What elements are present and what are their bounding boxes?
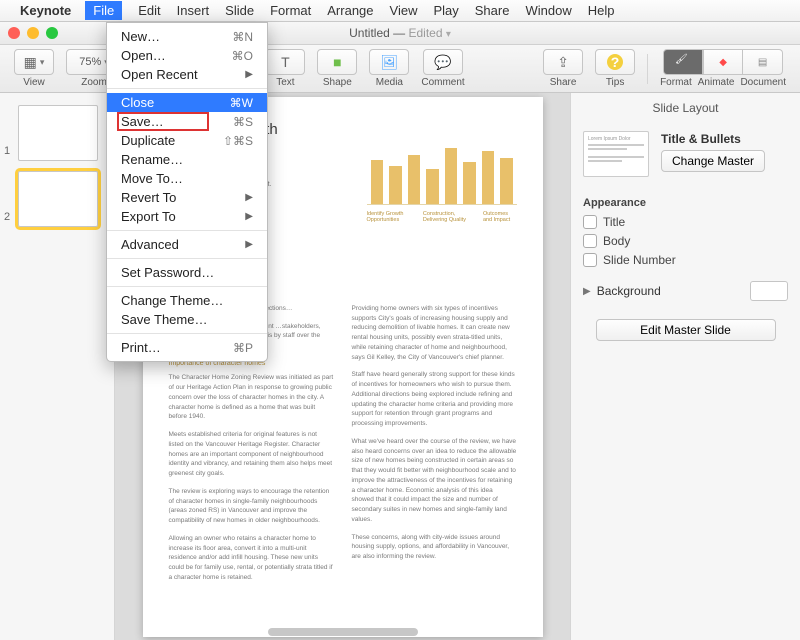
master-thumbnail: Lorem Ipsum Dolor <box>583 131 649 177</box>
checkbox-icon[interactable] <box>583 234 597 248</box>
menu-play[interactable]: Play <box>433 3 458 18</box>
system-menubar: Keynote File Edit Insert Slide Format Ar… <box>0 0 800 22</box>
slide-chart: Identify Growth Opportunities Constructi… <box>367 125 517 225</box>
slide-thumbnail[interactable]: 2 <box>18 171 106 227</box>
file-menu-item[interactable]: Export To▶ <box>107 207 267 226</box>
toolbar-text[interactable]: T Text <box>265 49 305 88</box>
menu-share[interactable]: Share <box>475 3 510 18</box>
toolbar-format-tabs: 🖌 ◆ ▤ FormatAnimateDocument <box>660 49 786 88</box>
file-menu-item[interactable]: Close⌘W <box>107 93 267 112</box>
file-menu-item[interactable]: New…⌘N <box>107 27 267 46</box>
comment-icon: 💬 <box>434 54 451 71</box>
file-menu-dropdown: New…⌘NOpen…⌘OOpen Recent▶ Close⌘WSave…⌘SD… <box>106 22 268 362</box>
file-menu-item[interactable]: Move To… <box>107 169 267 188</box>
file-menu-item[interactable]: Set Password… <box>107 263 267 282</box>
checkbox-slidenumber-row[interactable]: Slide Number <box>583 253 788 267</box>
checkbox-icon[interactable] <box>583 215 597 229</box>
edit-master-slide-button[interactable]: Edit Master Slide <box>596 319 776 341</box>
menu-arrange[interactable]: Arrange <box>327 3 373 18</box>
file-menu-item[interactable]: Print…⌘P <box>107 338 267 357</box>
share-icon: ⇪ <box>557 54 569 71</box>
text-icon: T <box>281 54 290 70</box>
toolbar-media[interactable]: 🖼 Media <box>369 49 409 88</box>
inspector-title: Slide Layout <box>583 101 788 115</box>
tips-icon: ? <box>607 54 623 70</box>
slide-body-right: Providing home owners with six types of … <box>352 304 517 591</box>
menu-view[interactable]: View <box>390 3 418 18</box>
tab-document[interactable]: ▤ <box>743 49 783 75</box>
window-title: Untitled — Edited ▾ <box>349 26 451 40</box>
toolbar-shape[interactable]: ■ Shape <box>317 49 357 88</box>
file-menu-item[interactable]: Save…⌘S <box>107 112 267 131</box>
media-icon: 🖼 <box>380 54 398 71</box>
file-menu-item[interactable]: Open…⌘O <box>107 46 267 65</box>
change-master-button[interactable]: Change Master <box>661 150 765 172</box>
background-disclosure[interactable]: ▶ Background <box>583 281 788 301</box>
toolbar-view[interactable]: ▦▾ View <box>14 49 54 88</box>
menu-help[interactable]: Help <box>588 3 615 18</box>
toolbar-share[interactable]: ⇪ Share <box>543 49 583 88</box>
checkbox-icon[interactable] <box>583 253 597 267</box>
menu-insert[interactable]: Insert <box>177 3 210 18</box>
file-menu-item[interactable]: Duplicate⇧⌘S <box>107 131 267 150</box>
traffic-lights <box>8 27 58 39</box>
shape-icon: ■ <box>333 54 341 70</box>
minimize-window-icon[interactable] <box>27 27 39 39</box>
master-name: Title & Bullets <box>661 132 765 146</box>
tab-format[interactable]: 🖌 <box>663 49 703 75</box>
appearance-label: Appearance <box>583 197 788 209</box>
inspector-panel: Slide Layout Lorem Ipsum Dolor Title & B… <box>570 93 800 640</box>
file-menu-item[interactable]: Advanced▶ <box>107 235 267 254</box>
fullscreen-window-icon[interactable] <box>46 27 58 39</box>
menu-window[interactable]: Window <box>525 3 571 18</box>
close-window-icon[interactable] <box>8 27 20 39</box>
slide-thumbnail[interactable]: 1 <box>18 105 106 161</box>
tab-animate[interactable]: ◆ <box>703 49 743 75</box>
toolbar-comment[interactable]: 💬 Comment <box>421 49 464 88</box>
slide-navigator: 1 2 <box>0 93 115 640</box>
app-name[interactable]: Keynote <box>20 3 71 18</box>
horizontal-scrollbar[interactable] <box>268 628 418 636</box>
checkbox-body-row[interactable]: Body <box>583 234 788 248</box>
disclosure-triangle-icon[interactable]: ▶ <box>583 286 591 297</box>
view-icon: ▦ <box>24 54 37 71</box>
background-color-swatch[interactable] <box>750 281 788 301</box>
menu-edit[interactable]: Edit <box>138 3 160 18</box>
file-menu-item[interactable]: Revert To▶ <box>107 188 267 207</box>
menu-slide[interactable]: Slide <box>225 3 254 18</box>
file-menu-item[interactable]: Rename… <box>107 150 267 169</box>
document-icon: ▤ <box>758 57 767 68</box>
format-icon: 🖌 <box>675 54 691 70</box>
file-menu-item[interactable]: Open Recent▶ <box>107 65 267 84</box>
menu-format[interactable]: Format <box>270 3 311 18</box>
file-menu-item[interactable]: Save Theme… <box>107 310 267 329</box>
checkbox-title-row[interactable]: Title <box>583 215 788 229</box>
master-preview-row: Lorem Ipsum Dolor Title & Bullets Change… <box>583 125 788 183</box>
menu-file[interactable]: File <box>85 1 122 20</box>
animate-icon: ◆ <box>719 57 727 68</box>
file-menu-item[interactable]: Change Theme… <box>107 291 267 310</box>
toolbar-tips[interactable]: ? Tips <box>595 49 635 88</box>
